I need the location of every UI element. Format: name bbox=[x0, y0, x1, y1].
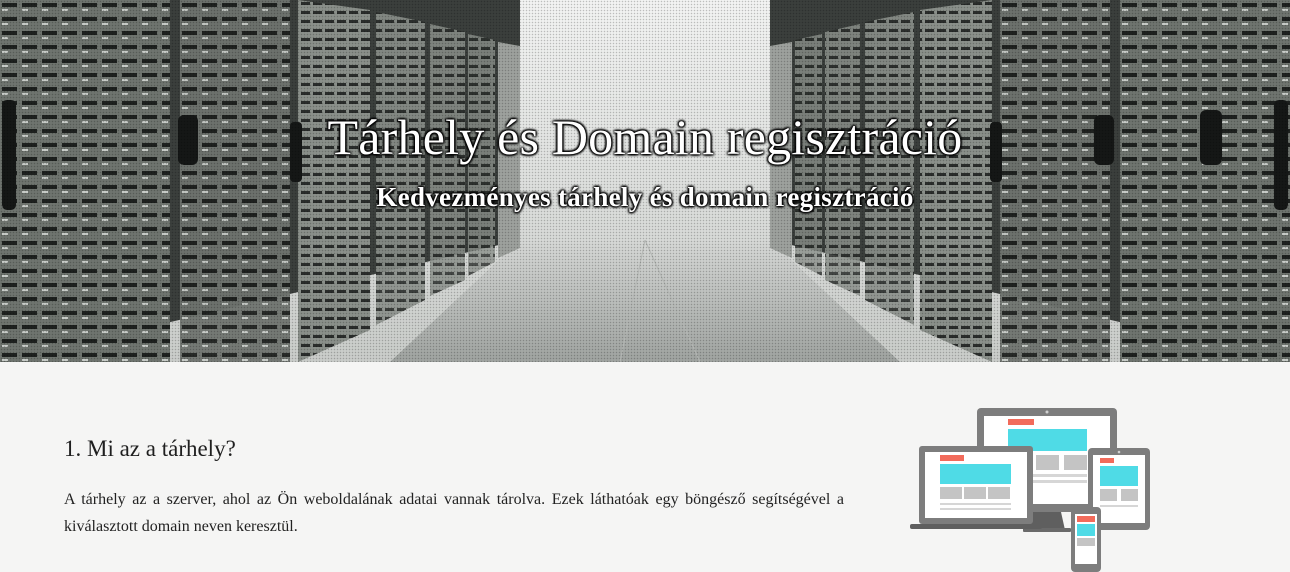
section-heading: 1. Mi az a tárhely? bbox=[64, 436, 236, 461]
hero-subtitle: Kedvezményes tárhely és domain regisztrá… bbox=[376, 182, 914, 212]
responsive-devices-illustration bbox=[910, 408, 1150, 572]
section-text: A tárhely az a szerver, ahol az Ön webol… bbox=[64, 491, 844, 535]
hero-banner: Tárhely és Domain regisztráció Kedvezmén… bbox=[0, 0, 1290, 362]
content-section: 1. Mi az a tárhely? A tárhely az a szerv… bbox=[0, 362, 1290, 572]
laptop-icon bbox=[910, 446, 1042, 529]
server-room-background bbox=[0, 0, 1290, 362]
hero-title: Tárhely és Domain regisztráció bbox=[327, 109, 963, 165]
phone-icon bbox=[1071, 507, 1101, 572]
